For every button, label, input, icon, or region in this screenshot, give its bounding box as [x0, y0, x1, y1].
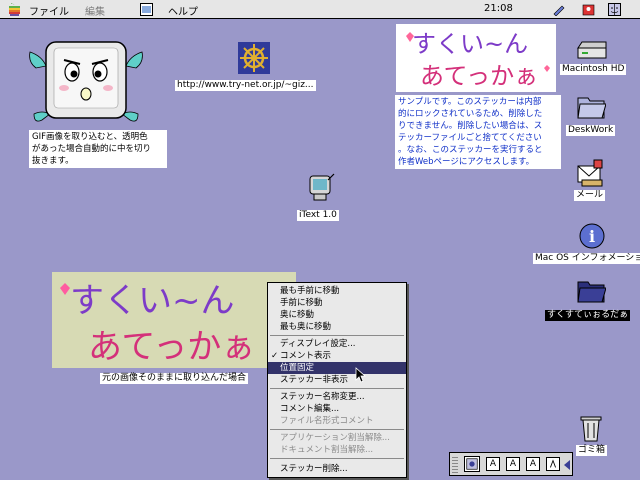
palette-text-button-3[interactable]: A [526, 457, 540, 471]
gif-note-line: GIF画像を取り込むと、透明色 [32, 132, 148, 142]
sticker-logo[interactable]: すくい~ん あてっかぁ [396, 24, 556, 92]
palette-text-button-1[interactable]: A [486, 457, 500, 471]
menu-file[interactable]: ファイル [29, 3, 69, 18]
menubar-clock[interactable]: 21:08 [484, 3, 513, 14]
sample-note: サンプルです。このステッカーは内部 的にロックされているため、削除した りできま… [395, 95, 561, 169]
dark-folder-icon[interactable] [576, 278, 606, 304]
menu-hide-sticker[interactable]: ステッカー非表示 [268, 374, 406, 386]
original-sticker-art: すくい~ん あてっかぁ [60, 281, 255, 367]
sample-note-line: 。なお、このステッカーを実行すると [398, 145, 543, 155]
sample-note-line: サンプルです。このステッカーは内部 [398, 97, 542, 107]
sticker-line-2: あてっかぁ [88, 327, 255, 367]
finder-icon[interactable] [608, 3, 621, 16]
macintosh-hd-label[interactable]: Macintosh HD [560, 64, 627, 75]
logo-line-1: すくい~ん [412, 30, 528, 58]
svg-text:i: i [589, 227, 595, 246]
mail-icon[interactable] [576, 158, 608, 188]
sample-note-line: テッカーファイルごと捨ててください [398, 133, 542, 143]
tool-palette: A A A [449, 452, 573, 476]
palette-drag-handle[interactable] [452, 455, 458, 473]
menu-delete-sticker[interactable]: ステッカー削除... [268, 463, 406, 475]
menu-filename-comment[interactable]: ファイル名形式コメント [268, 415, 406, 427]
apple-menu-icon[interactable] [8, 2, 21, 16]
logo-line-2: あてっかぁ [420, 62, 538, 90]
itext-app-icon[interactable] [304, 172, 336, 204]
trash-icon[interactable] [578, 414, 604, 442]
gif-note-line: があった場合自動的に中を切り [32, 144, 152, 154]
macos-info-label[interactable]: Mac OS インフォメーション [533, 253, 640, 264]
ship-wheel-icon[interactable] [238, 42, 270, 74]
menu-help[interactable]: ヘルプ [168, 3, 198, 18]
menu-separator [270, 388, 404, 389]
menu-separator [270, 335, 404, 336]
menu-unassign-document[interactable]: ドキュメント割当解除... [268, 444, 406, 456]
menu-lock-position[interactable]: 位置固定 [268, 362, 406, 374]
sticker-line-1: すくい~ん [70, 281, 235, 321]
menu-show-comment-label: コメント表示 [280, 351, 332, 361]
menu-separator [270, 429, 404, 430]
sticker-folder-label[interactable]: すくすてぃぉるだぁ [545, 310, 631, 321]
sticker-caption[interactable]: 元の画像そのままに取り込んだ場合 [100, 373, 249, 384]
menu-edit-comment[interactable]: コメント編集... [268, 403, 406, 415]
hard-disk-icon[interactable] [576, 40, 608, 62]
sample-note-line: 的にロックされているため、削除した [398, 109, 543, 119]
palette-text-tool-icon[interactable] [546, 457, 560, 471]
menu-rename-sticker[interactable]: ステッカー名称変更... [268, 391, 406, 403]
window-icon[interactable] [140, 3, 153, 16]
info-icon[interactable]: i [578, 222, 606, 250]
folder-icon[interactable] [576, 94, 606, 120]
menu-send-to-back[interactable]: 最も奥に移動 [268, 321, 406, 333]
gif-note: GIF画像を取り込むと、透明色 があった場合自動的に中を切り 抜きます。 [29, 130, 167, 168]
character-sticker[interactable] [28, 38, 144, 126]
menu-bar: ファイル 編集 ヘルプ 21:08 [0, 0, 640, 19]
palette-collapse-arrow-icon[interactable] [563, 459, 571, 471]
url-icon-label[interactable]: http://www.try-net.or.jp/~giz... [175, 80, 316, 91]
app-icon[interactable] [582, 3, 595, 16]
menu-bring-to-front[interactable]: 最も手前に移動 [268, 285, 406, 297]
menu-unassign-application[interactable]: アプリケーション割当解除... [268, 432, 406, 444]
trash-label[interactable]: ゴミ箱 [576, 445, 608, 456]
mail-label[interactable]: メール [574, 190, 606, 201]
menu-show-comment[interactable]: ✓ コメント表示 [268, 350, 406, 362]
menu-display-settings[interactable]: ディスプレイ設定... [268, 338, 406, 350]
palette-sticker-icon[interactable] [464, 456, 480, 472]
itext-label[interactable]: iText 1.0 [297, 210, 339, 221]
menu-separator [270, 458, 404, 459]
deskwork-label[interactable]: DeskWork [566, 125, 616, 136]
sticker-context-menu: 最も手前に移動 手前に移動 奥に移動 最も奥に移動 ディスプレイ設定... ✓ コ… [267, 282, 407, 478]
pencil-icon[interactable] [552, 3, 565, 16]
menu-send-backward[interactable]: 奥に移動 [268, 309, 406, 321]
check-icon: ✓ [271, 351, 279, 361]
menu-edit[interactable]: 編集 [85, 3, 105, 18]
palette-text-button-2[interactable]: A [506, 457, 520, 471]
menu-bring-forward[interactable]: 手前に移動 [268, 297, 406, 309]
sample-note-line: 作者Webページにアクセスします。 [398, 157, 535, 167]
gif-note-line: 抜きます。 [32, 156, 74, 166]
sample-note-line: りできません。削除したい場合は、ス [398, 121, 543, 131]
mouse-cursor-icon [355, 367, 367, 383]
